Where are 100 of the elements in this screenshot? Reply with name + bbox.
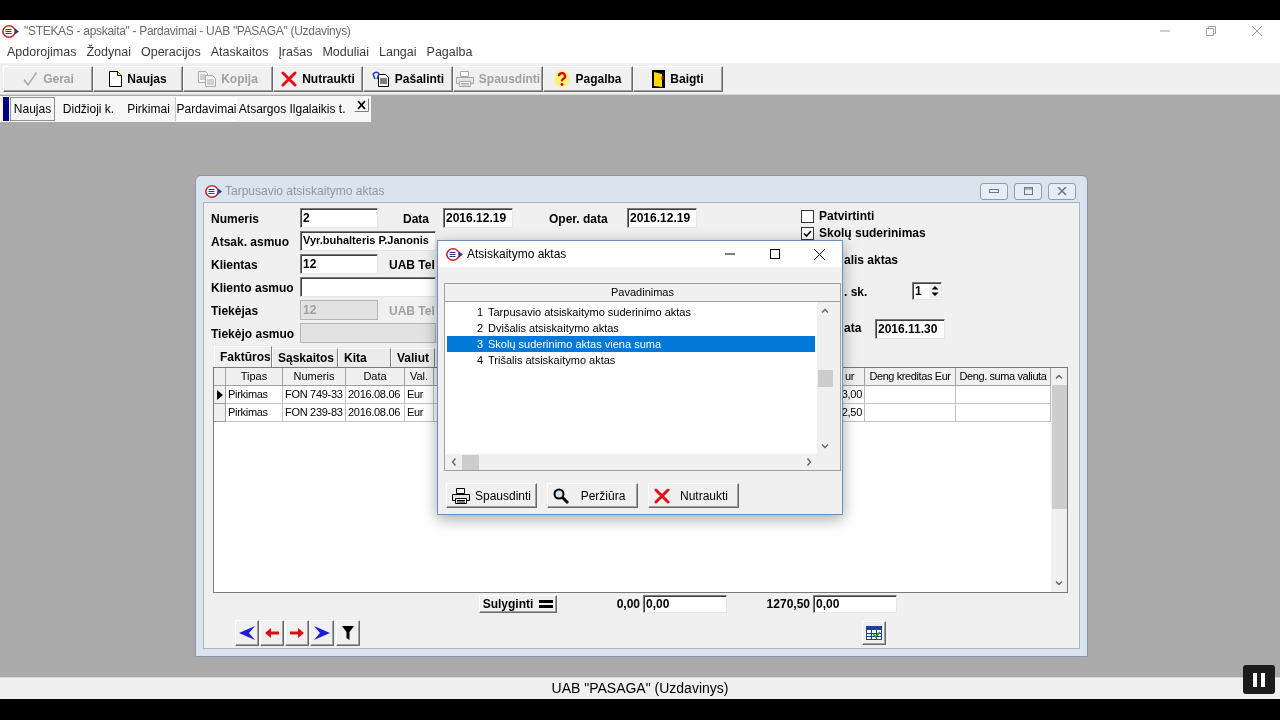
field-note: UAB Tel (389, 257, 435, 272)
field-label: Kliento asmuo (211, 280, 294, 295)
field-label: Atsak. asmuo (211, 234, 290, 249)
text-field[interactable]: 2016.12.19 (443, 207, 513, 228)
checkbox[interactable] (801, 226, 814, 240)
row-selector[interactable] (214, 386, 226, 404)
column-header[interactable]: Tipas (226, 368, 283, 386)
grid-button[interactable] (862, 621, 886, 645)
window-tab[interactable]: Pardavimai (175, 97, 237, 121)
chevron-down-icon (821, 444, 829, 449)
cross-icon (654, 487, 670, 504)
scroll-thumb[interactable] (462, 454, 479, 470)
minimize-button[interactable] (980, 182, 1008, 200)
vertical-scrollbar[interactable] (1051, 368, 1067, 592)
logo-icon (446, 247, 463, 261)
page-tab[interactable]: Kita (338, 348, 391, 367)
pause-button[interactable] (1243, 665, 1275, 694)
field-label: . sk. (844, 285, 868, 299)
menu-item[interactable]: Ataskaitos (210, 43, 269, 62)
window-tab[interactable]: Naujas (10, 97, 55, 121)
column-header[interactable]: ur (844, 368, 865, 386)
menu-item[interactable]: Operacijos (140, 43, 201, 62)
document-icon (109, 71, 123, 87)
list-item[interactable]: 4 Trišalis atsiskaitymo aktas (447, 352, 815, 368)
app-title: "STEKAS - apskaita" - Pardavimai - UAB "PASAGA" (Uzdavinys) (24, 23, 351, 40)
table-cell: 2,50 (844, 404, 865, 422)
vertical-bar-icon (3, 97, 9, 121)
toolbar-button[interactable]: Nutraukti (273, 66, 363, 92)
total-text: 0,00 (616, 596, 640, 613)
chevron-right-icon (805, 458, 812, 466)
restore-icon (1206, 26, 1216, 36)
total-field[interactable]: 0,00 (643, 595, 727, 613)
field-label: Tiekėjo asmuo (211, 326, 295, 341)
menu-item[interactable]: Įrašas (278, 43, 313, 62)
toolbar-button[interactable]: Pagalba (543, 66, 633, 92)
previous-button[interactable] (260, 620, 284, 646)
text-field[interactable]: 2 (300, 207, 378, 228)
text-field[interactable]: Vyr.buhalteris P.Janonis (300, 230, 436, 251)
spin-field[interactable]: 1 (912, 282, 942, 300)
table-cell: Eur (405, 404, 434, 422)
total-field[interactable]: 0,00 (813, 595, 897, 613)
next-button[interactable] (285, 620, 309, 646)
column-header[interactable]: Val. (405, 368, 434, 386)
table-cell: Pirkimas (226, 386, 283, 404)
page-tab[interactable]: Valiut (391, 348, 435, 367)
toolbar-button[interactable]: Pašalinti (363, 66, 453, 92)
chevron-up-icon (1055, 374, 1063, 379)
list-item[interactable]: 1 Tarpusavio atsiskaitymo suderinimo aktas (447, 304, 815, 320)
arrow-left-icon (239, 626, 255, 640)
chevron-up-icon (821, 308, 829, 313)
chevron-left-icon (450, 458, 457, 466)
first-button[interactable] (235, 620, 259, 646)
arrow-left-icon (265, 628, 279, 638)
door-icon (652, 70, 666, 88)
menu-item[interactable]: Žodynai (86, 43, 131, 62)
filter-button[interactable] (336, 620, 360, 646)
page-tab[interactable]: Faktūros (214, 346, 272, 367)
text-field[interactable]: 12 (300, 253, 378, 274)
scroll-thumb[interactable] (817, 370, 833, 387)
scroll-thumb[interactable] (1051, 385, 1067, 509)
checkbox-label: Skolų suderinimas (819, 225, 926, 242)
page-tab[interactable]: Sąskaitos (272, 348, 338, 367)
last-button[interactable] (310, 620, 334, 646)
dialog-title: Atsiskaitymo aktas (467, 246, 567, 263)
menu-item[interactable]: Moduliai (322, 43, 369, 62)
close-icon (1252, 26, 1262, 36)
table-cell: 2016.08.06 (346, 386, 405, 404)
field-label: Data (403, 211, 429, 226)
list-item[interactable]: 3 Skolų suderinimo aktas viena suma (447, 336, 815, 352)
text-field[interactable]: 2016.12.19 (627, 207, 697, 228)
menu-item[interactable]: Apdorojimas (7, 43, 77, 62)
menu-item[interactable]: Pagalba (426, 43, 473, 62)
equals-icon (539, 600, 554, 608)
printer-icon (455, 71, 474, 87)
table-cell: FON 239-83 (283, 404, 346, 422)
documents-icon (371, 71, 390, 87)
compare-button[interactable]: Sulyginti (479, 595, 557, 613)
column-header[interactable]: Deng kreditas Eur (865, 368, 956, 386)
checkbox[interactable] (801, 209, 814, 223)
column-header[interactable]: Data (346, 368, 405, 386)
maximize-icon (1023, 187, 1033, 195)
dialog-button[interactable]: Spausdinti (446, 483, 537, 508)
toolbar-button[interactable]: Baigti (633, 66, 723, 92)
toolbar-button[interactable]: Naujas (93, 66, 183, 92)
dialog-button[interactable]: Nutraukti (648, 483, 739, 508)
dialog-button[interactable]: Peržiūra (547, 483, 638, 508)
table-cell: Pirkimas (226, 404, 283, 422)
text-field[interactable] (300, 276, 436, 297)
column-header[interactable]: Deng. suma valiuta (956, 368, 1051, 386)
list-item[interactable]: 2 Dvišalis atsiskaitymo aktas (447, 320, 815, 336)
column-header[interactable]: Pavadinimas (445, 284, 840, 301)
text-field[interactable]: 2016.11.30 (875, 319, 945, 339)
field-label: Numeris (211, 211, 260, 226)
close-button[interactable] (354, 98, 369, 112)
menu-item[interactable]: Langai (379, 43, 417, 62)
help-icon (554, 70, 571, 88)
table-icon (866, 626, 882, 640)
column-header[interactable]: Numeris (283, 368, 346, 386)
table-cell: FON 749-33 (283, 386, 346, 404)
minimize-icon (1160, 30, 1170, 32)
